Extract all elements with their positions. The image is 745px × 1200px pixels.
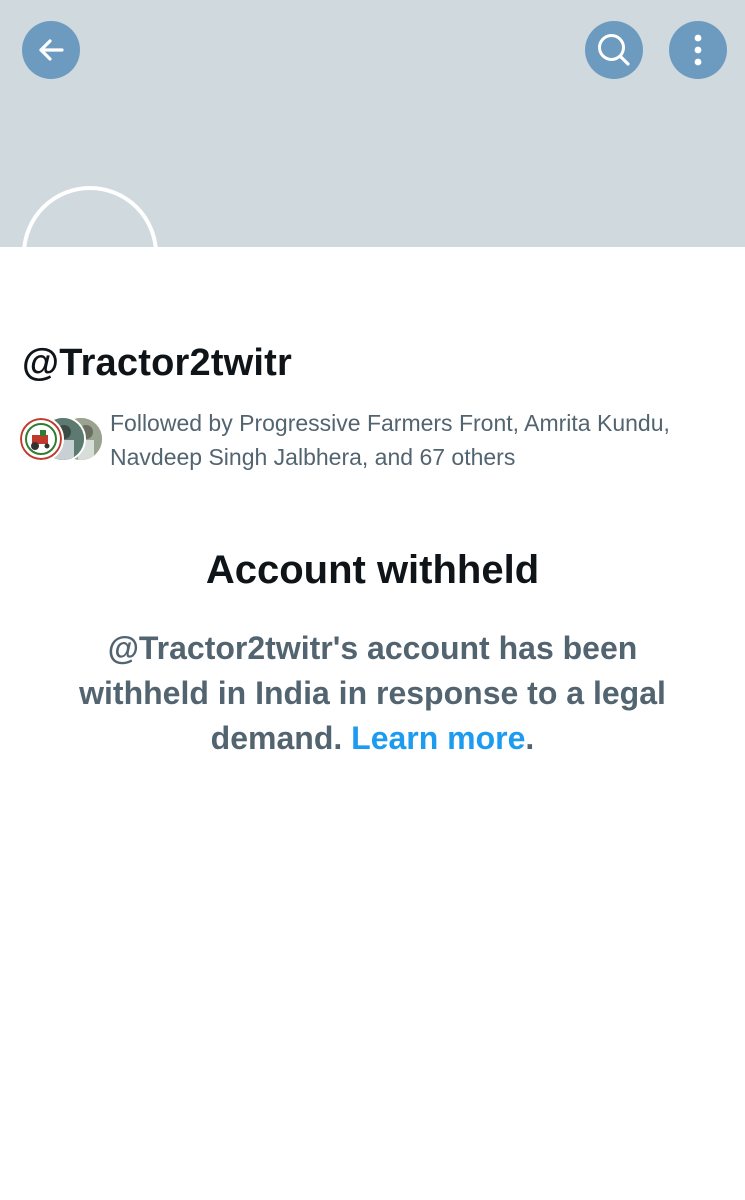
avatar[interactable]: [22, 186, 158, 247]
search-button[interactable]: [585, 21, 643, 79]
profile-handle: @Tractor2twitr: [22, 342, 293, 384]
withheld-title: Account withheld: [205, 548, 540, 592]
followed-by-text: Followed by Progressive Farmers Front, A…: [110, 410, 670, 470]
follower-avatar: [18, 416, 64, 462]
avatar-circle: [22, 186, 158, 247]
learn-more-link[interactable]: Learn more: [351, 720, 525, 756]
follower-avatars: [18, 416, 104, 462]
back-button[interactable]: [22, 21, 80, 79]
trailing-period: .: [525, 720, 535, 756]
search-icon: [598, 34, 630, 66]
more-vertical-icon: [694, 34, 702, 66]
withheld-message: @Tractor2twitr's account has been withhe…: [40, 626, 705, 761]
more-options-button[interactable]: [669, 21, 727, 79]
arrow-left-icon: [39, 39, 64, 61]
